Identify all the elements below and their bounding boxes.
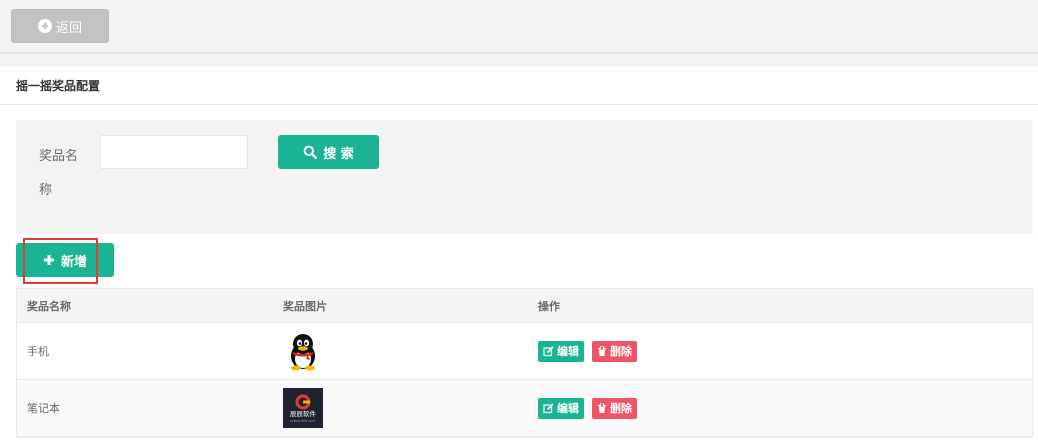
logo-text-sub: CHENCHEN SOFT [290, 419, 316, 423]
delete-button-label: 删除 [610, 402, 632, 415]
column-header-actions: 操作 [538, 299, 560, 313]
top-bar: 返回 [0, 0, 1038, 54]
search-button[interactable]: 搜 索 [278, 135, 379, 169]
edit-button[interactable]: 编辑 [538, 397, 584, 419]
delete-button[interactable]: 删除 [592, 340, 637, 362]
logo-text-main: 辰辰软件 [290, 409, 317, 418]
prize-config-panel: 摇一摇奖品配置 奖品名称 搜 索 新增 奖品名称 奖品图片 操作 手机 编辑 删… [0, 65, 1038, 445]
edit-icon [543, 345, 554, 356]
edit-icon [543, 402, 554, 413]
trash-icon [598, 403, 606, 413]
table-header: 奖品名称 奖品图片 操作 [17, 289, 1032, 323]
prize-image-cell: 辰辰软件 CHENCHEN SOFT [274, 388, 528, 428]
table-row: 手机 编辑 删除 [17, 323, 1032, 380]
prize-name-cell: 笔记本 [27, 402, 60, 415]
table-row: 笔记本 辰辰软件 CHENCHEN SOFT 编辑 删除 [17, 380, 1032, 437]
edit-button-label: 编辑 [557, 345, 579, 358]
back-button-label: 返回 [55, 20, 82, 36]
prize-name-label: 奖品名称 [39, 149, 79, 198]
prize-image-cell [274, 331, 528, 371]
actions-cell: 编辑 删除 [528, 397, 1032, 419]
company-logo-image: 辰辰软件 CHENCHEN SOFT [283, 388, 323, 428]
trash-icon [598, 346, 606, 356]
search-icon [303, 145, 318, 159]
search-form: 奖品名称 搜 索 [16, 120, 1033, 234]
prize-table: 奖品名称 奖品图片 操作 手机 编辑 删除 笔记本 辰辰软件 CHENCHEN … [16, 288, 1033, 438]
search-button-label: 搜 索 [323, 146, 354, 162]
edit-button[interactable]: 编辑 [538, 340, 584, 362]
add-button-label: 新增 [60, 254, 87, 270]
plus-icon [43, 255, 54, 265]
actions-cell: 编辑 删除 [528, 340, 1032, 362]
delete-button[interactable]: 删除 [592, 397, 637, 419]
arrow-left-circle-icon [37, 19, 52, 33]
prize-name-cell: 手机 [27, 345, 49, 358]
edit-button-label: 编辑 [557, 402, 579, 415]
back-button[interactable]: 返回 [11, 9, 109, 43]
qq-penguin-image [291, 334, 315, 371]
add-button[interactable]: 新增 [16, 243, 114, 277]
delete-button-label: 删除 [610, 345, 632, 358]
column-header-image: 奖品图片 [283, 299, 327, 313]
panel-title: 摇一摇奖品配置 [0, 66, 1038, 105]
column-header-name: 奖品名称 [27, 299, 71, 313]
prize-name-input[interactable] [100, 135, 248, 169]
